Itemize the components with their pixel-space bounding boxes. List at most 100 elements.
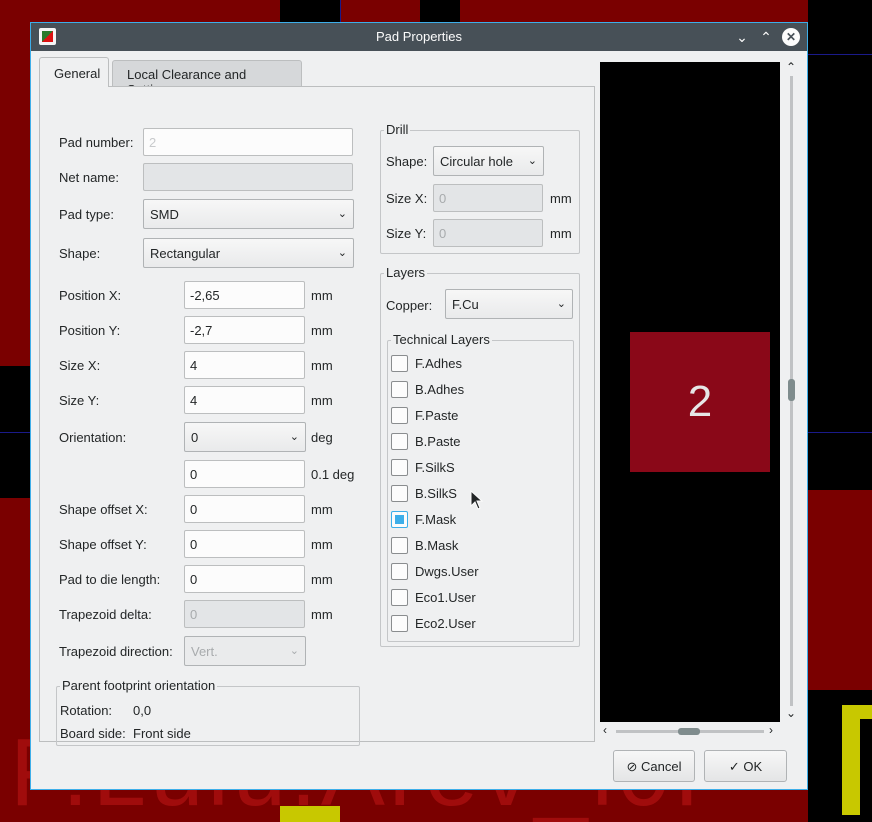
technical-layer-checkbox[interactable]: [391, 459, 408, 476]
trapezoid-direction-select[interactable]: Vert. ⌄: [184, 636, 306, 666]
chevron-down-icon: ⌄: [289, 431, 299, 443]
technical-layer-checkbox[interactable]: [391, 615, 408, 632]
drill-size-y-unit: mm: [550, 226, 572, 241]
shape-offset-x-label: Shape offset X:: [59, 502, 148, 517]
close-icon[interactable]: ✕: [782, 28, 800, 46]
title-bar[interactable]: Pad Properties ⌄ ⌃ ✕: [31, 23, 807, 51]
parent-footprint-title: Parent footprint orientation: [60, 678, 218, 693]
scroll-down-icon[interactable]: ⌄: [786, 706, 796, 720]
technical-layer-row[interactable]: B.Mask: [391, 537, 569, 557]
cancel-button[interactable]: ⊘ Cancel: [613, 750, 695, 782]
size-y-input[interactable]: 4: [184, 386, 305, 414]
size-x-input[interactable]: 4: [184, 351, 305, 379]
trapezoid-direction-label: Trapezoid direction:: [59, 644, 173, 659]
technical-layer-row[interactable]: B.Paste: [391, 433, 569, 453]
drill-size-x-label: Size X:: [386, 191, 428, 206]
pad-type-label: Pad type:: [59, 207, 114, 222]
chevron-down-icon: ⌄: [556, 298, 566, 310]
technical-layer-label: Eco1.User: [415, 590, 476, 605]
board-side-label: Board side:: [60, 726, 126, 741]
pad-properties-dialog: Pad Properties ⌄ ⌃ ✕ General Local Clear…: [30, 22, 808, 790]
technical-layer-row[interactable]: Eco1.User: [391, 589, 569, 609]
pad-type-select[interactable]: SMD ⌄: [143, 199, 354, 229]
technical-layer-label: B.Mask: [415, 538, 459, 553]
pad-number-input[interactable]: 2: [143, 128, 353, 156]
position-x-input[interactable]: -2,65: [184, 281, 305, 309]
shape-offset-y-input[interactable]: 0: [184, 530, 305, 558]
minimize-icon[interactable]: ⌄: [732, 27, 752, 47]
scroll-left-icon[interactable]: ‹: [603, 723, 607, 737]
pad-to-die-input[interactable]: 0: [184, 565, 305, 593]
technical-layer-row[interactable]: F.Adhes: [391, 355, 569, 375]
technical-layer-label: F.Mask: [415, 512, 457, 527]
shape-offset-x-input[interactable]: 0: [184, 495, 305, 523]
scroll-right-icon[interactable]: ›: [769, 723, 773, 737]
technical-layer-checkbox[interactable]: [391, 589, 408, 606]
shape-value: Rectangular: [150, 246, 221, 261]
shape-offset-y-unit: mm: [311, 537, 333, 552]
position-y-input[interactable]: -2,7: [184, 316, 305, 344]
orientation-value: 0: [191, 430, 199, 445]
drill-size-x-input[interactable]: 0: [433, 184, 543, 212]
drill-size-y-input[interactable]: 0: [433, 219, 543, 247]
pad-preview-shape: 2: [630, 332, 770, 472]
trapezoid-delta-input[interactable]: 0: [184, 600, 305, 628]
technical-layer-checkbox[interactable]: [391, 407, 408, 424]
pad-to-die-label: Pad to die length:: [59, 572, 161, 587]
technical-layer-checkbox[interactable]: [391, 537, 408, 554]
scroll-up-icon[interactable]: ⌃: [786, 60, 796, 74]
orientation-label: Orientation:: [59, 430, 127, 445]
technical-layers-title: Technical Layers: [391, 332, 492, 347]
technical-layer-row[interactable]: F.Paste: [391, 407, 569, 427]
orientation-select[interactable]: 0 ⌄: [184, 422, 306, 452]
shape-select[interactable]: Rectangular ⌄: [143, 238, 354, 268]
tab-local-clearance[interactable]: Local Clearance and Settings: [112, 60, 302, 97]
board-side-value: Front side: [133, 726, 191, 741]
drill-group: Drill Shape: Circular hole ⌄ Size X: 0 mm…: [380, 122, 580, 254]
drill-size-x-unit: mm: [550, 191, 572, 206]
size-x-unit: mm: [311, 358, 333, 373]
scroll-thumb[interactable]: [788, 379, 795, 401]
technical-layer-label: B.SilkS: [415, 486, 457, 501]
technical-layer-row[interactable]: F.Mask: [391, 511, 569, 531]
maximize-icon[interactable]: ⌃: [756, 27, 776, 47]
technical-layer-row[interactable]: B.Adhes: [391, 381, 569, 401]
technical-layer-label: B.Paste: [415, 434, 461, 449]
size-y-unit: mm: [311, 393, 333, 408]
parent-footprint-group: Parent footprint orientation Rotation: 0…: [56, 678, 360, 746]
shape-offset-y-label: Shape offset Y:: [59, 537, 147, 552]
tab-general[interactable]: General: [39, 57, 109, 87]
copper-select[interactable]: F.Cu ⌄: [445, 289, 573, 319]
technical-layer-row[interactable]: Eco2.User: [391, 615, 569, 635]
cancel-button-label: Cancel: [641, 759, 682, 774]
checkmark-icon: ✓: [728, 759, 740, 774]
preview-vertical-scrollbar[interactable]: ⌃ ⌄: [784, 60, 798, 722]
layers-group: Layers Copper: F.Cu ⌄ Technical Layers F.…: [380, 265, 580, 647]
copper-label: Copper:: [386, 298, 433, 313]
chevron-down-icon: ⌄: [289, 645, 299, 657]
technical-layer-checkbox[interactable]: [391, 433, 408, 450]
size-x-label: Size X:: [59, 358, 101, 373]
technical-layer-checkbox[interactable]: [391, 563, 408, 580]
net-name-input[interactable]: [143, 163, 353, 191]
technical-layer-label: Eco2.User: [415, 616, 476, 631]
technical-layer-checkbox[interactable]: [391, 511, 408, 528]
drill-shape-select[interactable]: Circular hole ⌄: [433, 146, 544, 176]
scroll-thumb[interactable]: [678, 728, 700, 735]
trapezoid-delta-label: Trapezoid delta:: [59, 607, 152, 622]
technical-layer-row[interactable]: F.SilkS: [391, 459, 569, 479]
technical-layer-checkbox[interactable]: [391, 381, 408, 398]
rotation-label: Rotation:: [60, 703, 113, 718]
pad-type-value: SMD: [150, 207, 179, 222]
ok-button-label: OK: [743, 759, 763, 774]
pad-number-label: Pad number:: [59, 135, 134, 150]
pad-preview-canvas[interactable]: 2: [600, 62, 780, 722]
technical-layer-checkbox[interactable]: [391, 355, 408, 372]
technical-layer-row[interactable]: Dwgs.User: [391, 563, 569, 583]
drill-size-y-label: Size Y:: [386, 226, 427, 241]
chevron-down-icon: ⌄: [337, 247, 347, 259]
technical-layer-checkbox[interactable]: [391, 485, 408, 502]
ok-button[interactable]: ✓ OK: [704, 750, 787, 782]
orientation-fine-input[interactable]: 0: [184, 460, 305, 488]
preview-horizontal-scrollbar[interactable]: ‹ ›: [600, 723, 780, 738]
